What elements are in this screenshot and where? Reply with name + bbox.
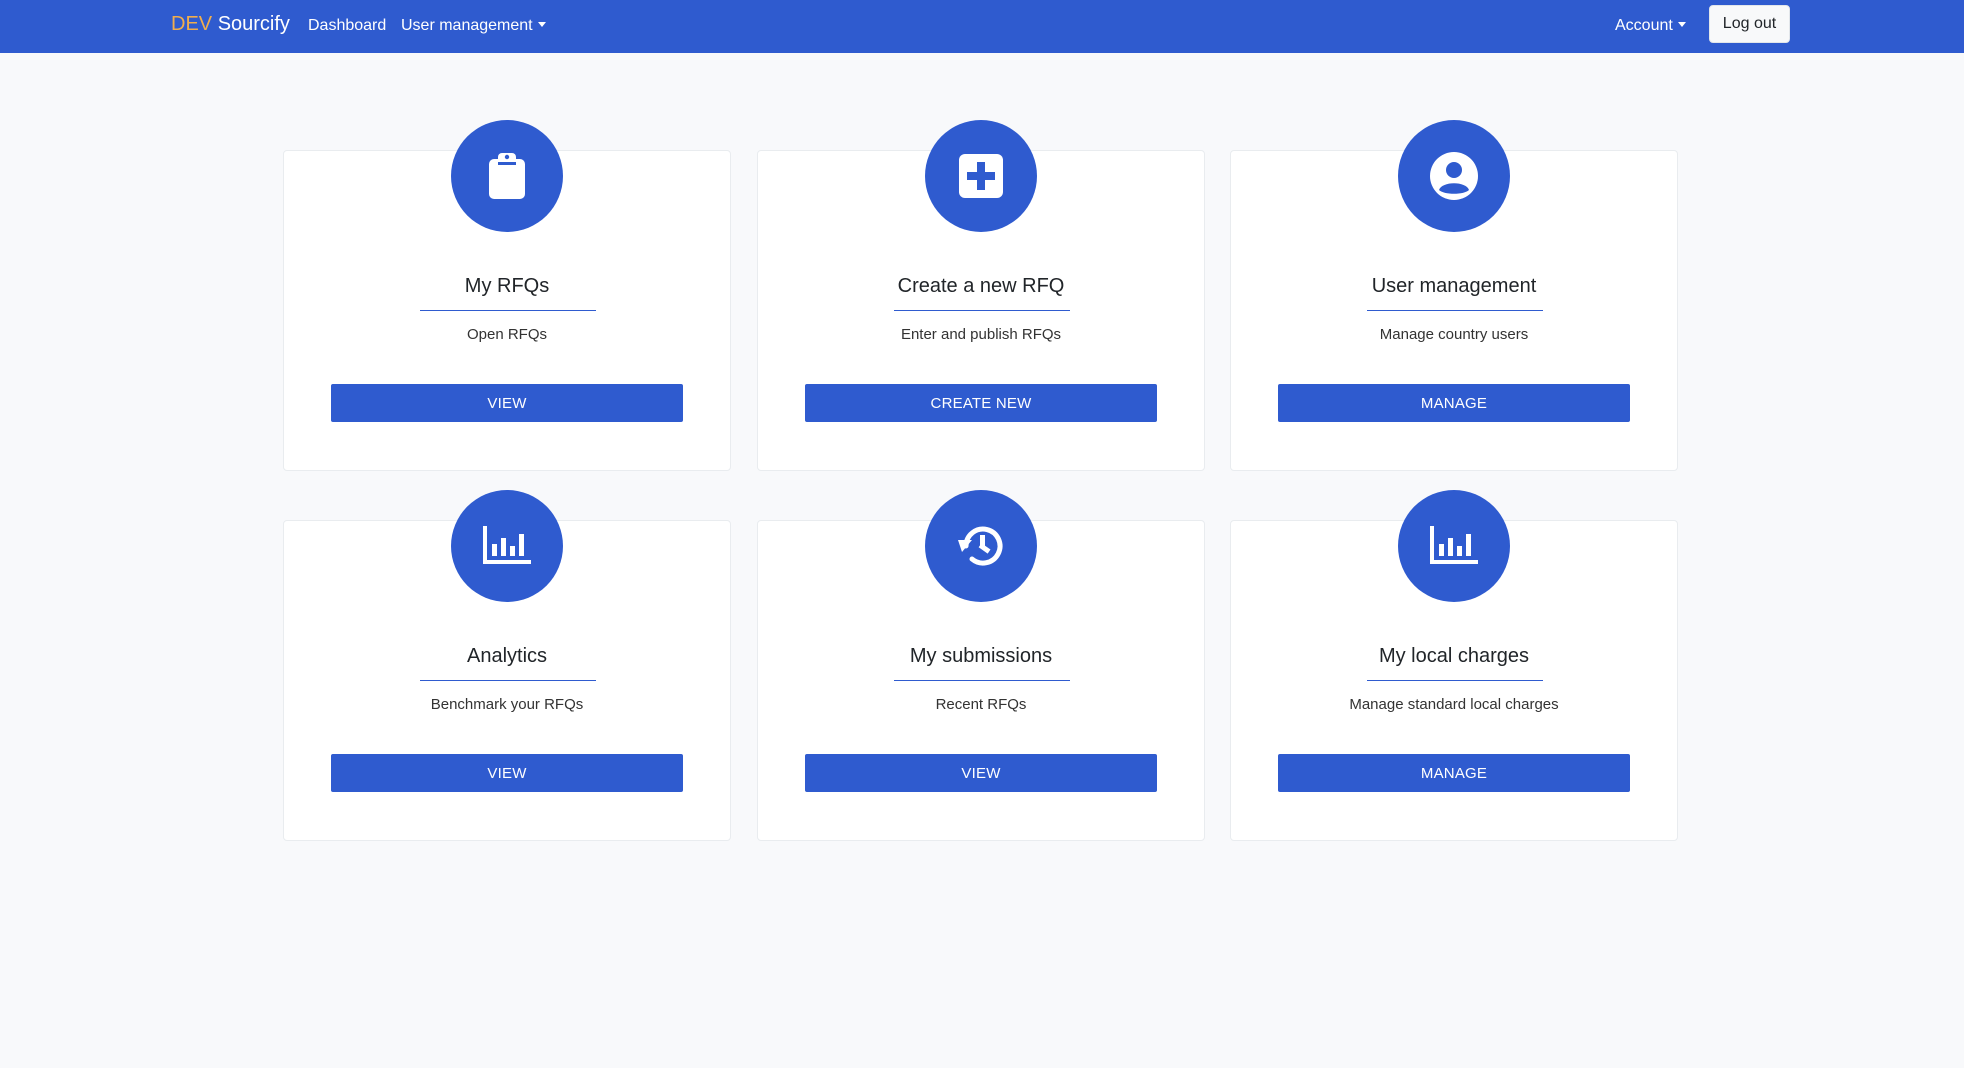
divider <box>420 310 596 311</box>
card-my-local-charges: My local charges Manage standard local c… <box>1230 490 1678 841</box>
card-my-rfqs: My RFQs Open RFQs VIEW <box>283 120 731 471</box>
divider <box>1367 680 1543 681</box>
brand-name: Sourcify <box>217 13 290 35</box>
view-analytics-button[interactable]: VIEW <box>331 754 683 792</box>
card-title: Analytics <box>466 645 548 667</box>
manage-local-charges-button[interactable]: MANAGE <box>1278 754 1630 792</box>
card-title: My submissions <box>909 645 1053 667</box>
nav-user-management-label: User management <box>401 17 533 34</box>
caret-down-icon <box>1677 22 1686 27</box>
divider <box>894 680 1070 681</box>
user-circle-icon <box>1398 120 1510 232</box>
brand-prefix: DEV <box>171 13 213 35</box>
card-subtitle: Open RFQs <box>466 326 548 343</box>
card-title: My local charges <box>1378 645 1530 667</box>
create-new-button[interactable]: CREATE NEW <box>805 384 1157 422</box>
bar-chart-icon <box>451 490 563 602</box>
logout-button[interactable]: Log out <box>1709 5 1790 43</box>
divider <box>894 310 1070 311</box>
nav-account-dropdown[interactable]: Account <box>1615 17 1686 35</box>
top-navbar: DEV Sourcify Dashboard User management A… <box>0 0 1964 53</box>
card-title: Create a new RFQ <box>897 275 1065 297</box>
card-subtitle: Recent RFQs <box>935 696 1027 713</box>
nav-user-management-dropdown[interactable]: User management <box>401 17 546 35</box>
card-title: User management <box>1371 275 1537 297</box>
card-user-management: User management Manage country users MAN… <box>1230 120 1678 471</box>
clipboard-icon <box>451 120 563 232</box>
card-create-rfq: Create a new RFQ Enter and publish RFQs … <box>757 120 1205 471</box>
card-subtitle: Enter and publish RFQs <box>900 326 1062 343</box>
card-subtitle: Manage country users <box>1379 326 1529 343</box>
bar-chart-icon <box>1398 490 1510 602</box>
card-subtitle: Benchmark your RFQs <box>430 696 584 713</box>
card-my-submissions: My submissions Recent RFQs VIEW <box>757 490 1205 841</box>
plus-square-icon <box>925 120 1037 232</box>
divider <box>420 680 596 681</box>
history-icon <box>925 490 1037 602</box>
view-submissions-button[interactable]: VIEW <box>805 754 1157 792</box>
nav-account-label: Account <box>1615 17 1673 34</box>
manage-users-button[interactable]: MANAGE <box>1278 384 1630 422</box>
caret-down-icon <box>537 22 546 27</box>
view-rfqs-button[interactable]: VIEW <box>331 384 683 422</box>
nav-dashboard-link[interactable]: Dashboard <box>308 17 386 35</box>
brand-link[interactable]: DEV Sourcify <box>171 13 290 36</box>
card-subtitle: Manage standard local charges <box>1349 696 1559 713</box>
card-analytics: Analytics Benchmark your RFQs VIEW <box>283 490 731 841</box>
divider <box>1367 310 1543 311</box>
card-title: My RFQs <box>464 275 550 297</box>
